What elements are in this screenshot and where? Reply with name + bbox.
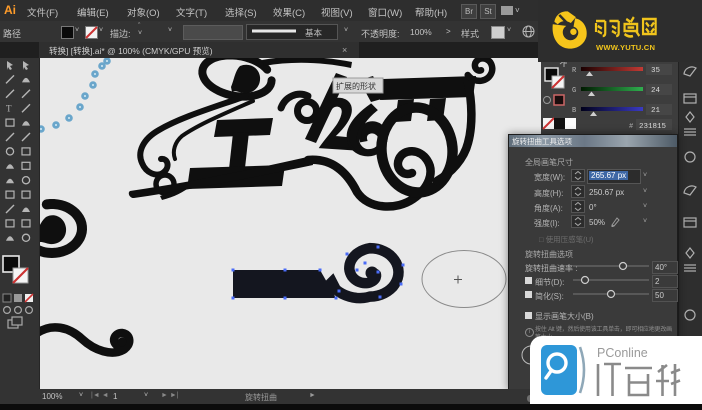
svg-text:T: T [6,104,12,114]
svg-text:G: G [572,87,576,95]
svg-text:扩展的形状: 扩展的形状 [336,81,376,91]
svg-text:35: 35 [651,67,661,75]
svg-text:B: B [572,107,576,115]
svg-text:R: R [572,67,577,75]
svg-text:WWW.YUTU.CN: WWW.YUTU.CN [596,43,655,52]
svg-text:PConline: PConline [597,346,648,360]
svg-text:24: 24 [651,87,661,95]
svg-text:#: # [629,123,633,131]
svg-text:231815: 231815 [639,123,667,131]
svg-text:21: 21 [651,107,661,115]
